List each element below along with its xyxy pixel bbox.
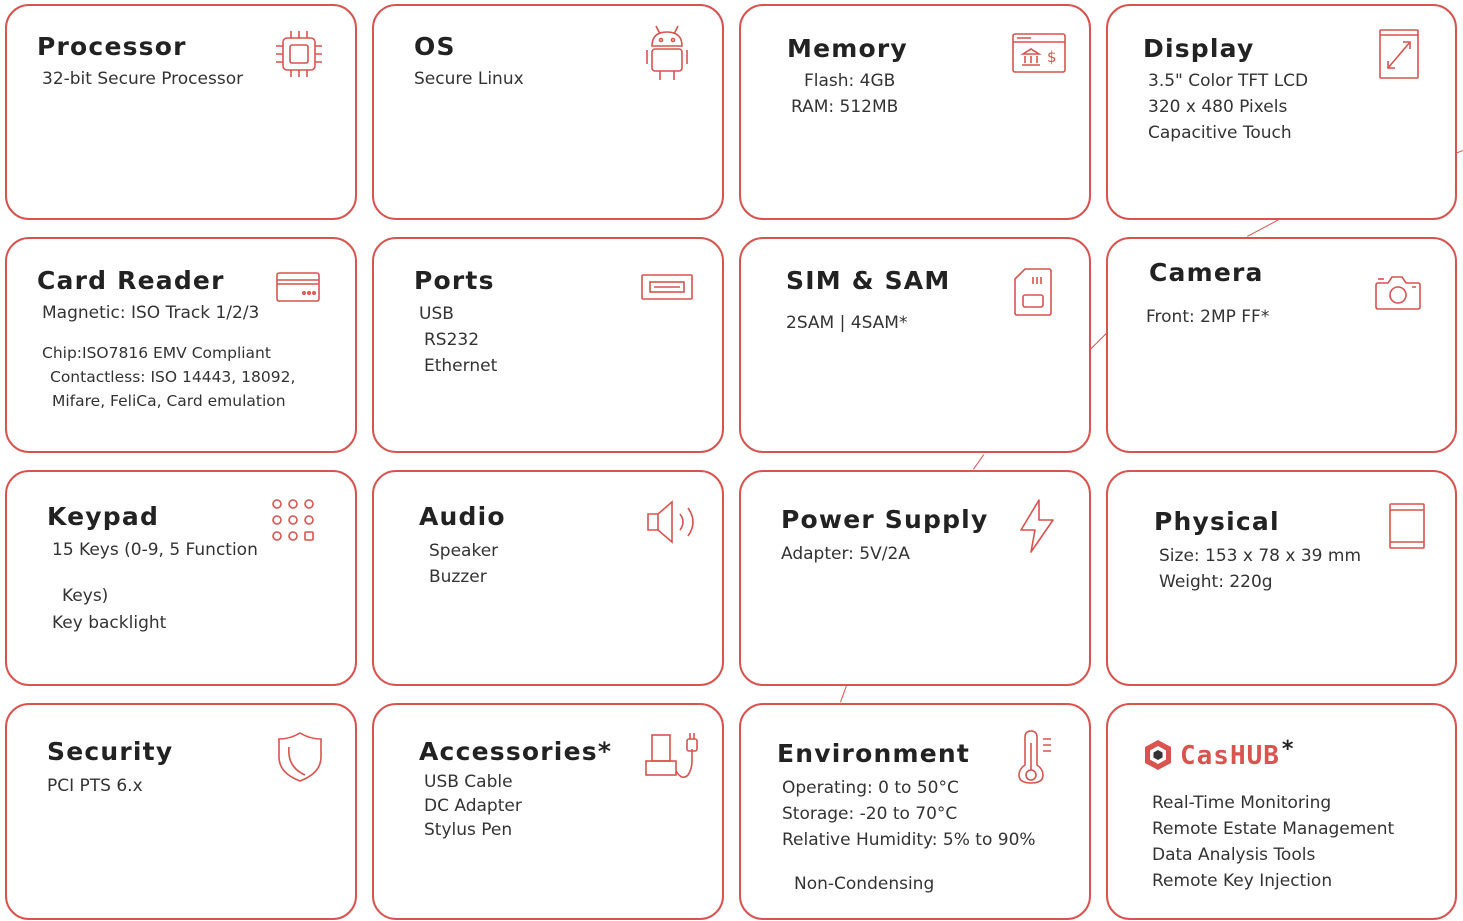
cashub-logo-icon [1144,739,1172,775]
spec-line: Remote Key Injection [1152,871,1333,891]
lightning-bolt-icon [1017,498,1057,554]
card-title: Card Reader [37,266,225,295]
card-title: Display [1143,34,1255,63]
card-title: Environment [777,739,970,768]
spec-line: 15 Keys (0-9, 5 Function [52,540,258,560]
spec-line: Capacitive Touch [1148,123,1292,143]
card-title: Camera [1149,258,1264,287]
card-reader-icon [275,271,321,303]
cashub-brand-text: CasHUB [1180,741,1280,771]
spec-line: Weight: 220g [1159,572,1273,592]
spec-line: Speaker [429,541,499,561]
power-supply-card: Power Supply Adapter: 5V/2A [739,470,1091,686]
card-title: Processor [37,32,187,61]
spec-line: Adapter: 5V/2A [781,544,910,564]
cashub-card: CasHUB * Real-Time Monitoring Remote Est… [1106,703,1457,920]
spec-line: Real-Time Monitoring [1152,793,1332,813]
svg-text:$: $ [1047,48,1057,66]
spec-line: Magnetic: ISO Track 1/2/3 [42,303,260,323]
decorative-line [840,685,848,703]
keypad-card: Keypad 15 Keys (0-9, 5 Function Keys) Ke… [5,470,357,686]
processor-card: Processor 32-bit Secure Processor [5,4,357,220]
spec-line: Storage: -20 to 70°C [782,804,958,824]
android-icon [644,22,690,82]
screen-expand-icon [1378,28,1420,80]
spec-line: USB [419,304,454,324]
decorative-line [1089,333,1107,351]
cashub-asterisk: * [1281,737,1294,762]
bank-window-icon: $ [1011,32,1067,74]
speaker-icon [644,498,702,546]
spec-line: Data Analysis Tools [1152,845,1316,865]
spec-line: DC Adapter [424,796,522,816]
spec-line: Secure Linux [414,69,524,89]
spec-line: Key backlight [52,613,167,633]
physical-card: Physical Size: 153 x 78 x 39 mm Weight: … [1106,470,1457,686]
sim-card-icon [1013,267,1053,317]
spec-line: Ethernet [424,356,498,376]
spec-line: RS232 [424,330,480,350]
security-card: Security PCI PTS 6.x [5,703,357,920]
cashub-logo: CasHUB * [1144,739,1293,775]
card-title: OS [414,32,456,61]
card-title: Keypad [47,502,160,531]
spec-line: 2SAM | 4SAM* [786,313,908,333]
card-reader-card: Card Reader Magnetic: ISO Track 1/2/3 Ch… [5,237,357,453]
spec-line: 320 x 480 Pixels [1148,97,1288,117]
camera-card: Camera Front: 2MP FF* [1106,237,1457,453]
decorative-line [973,454,985,470]
spec-line: USB Cable [424,772,513,792]
spec-line: Mifare, FeliCa, Card emulation [52,392,286,410]
ports-card: Ports USB RS232 Ethernet [372,237,724,453]
audio-card: Audio Speaker Buzzer [372,470,724,686]
card-title: Physical [1154,507,1280,536]
environment-card: Environment Operating: 0 to 50°C Storage… [739,703,1091,920]
card-title: Accessories* [419,737,613,766]
spec-line: Non-Condensing [794,874,935,894]
card-title: Ports [414,266,495,295]
card-title: Power Supply [781,505,989,534]
spec-line: Contactless: ISO 14443, 18092, [50,368,296,386]
spec-line: Relative Humidity: 5% to 90% [782,830,1036,850]
spec-line: Size: 153 x 78 x 39 mm [1159,546,1361,566]
spec-line: Stylus Pen [424,820,513,840]
keypad-grid-icon [269,498,321,546]
os-card: OS Secure Linux [372,4,724,220]
spec-line: Operating: 0 to 50°C [782,778,959,798]
accessories-card: Accessories* USB Cable DC Adapter Stylus… [372,703,724,920]
memory-card: Memory Flash: 4GB RAM: 512MB $ [739,4,1091,220]
spec-line: Keys) [62,586,109,606]
device-outline-icon [1388,502,1426,550]
spec-line: RAM: 512MB [791,97,899,117]
camera-icon [1374,273,1422,311]
spec-line: Flash: 4GB [804,71,896,91]
spec-line: PCI PTS 6.x [47,776,143,796]
spec-line: Remote Estate Management [1152,819,1395,839]
display-card: Display 3.5" Color TFT LCD 320 x 480 Pix… [1106,4,1457,220]
shield-icon [277,731,323,783]
spec-line: Front: 2MP FF* [1146,307,1270,327]
thermometer-icon [1015,729,1055,785]
card-title: SIM & SAM [786,266,951,295]
spec-line: 32-bit Secure Processor [42,69,244,89]
spec-line: 3.5" Color TFT LCD [1148,71,1309,91]
spec-line: Buzzer [429,567,487,587]
card-title: Audio [419,502,506,531]
card-title: Security [47,737,174,766]
spec-line: Chip:ISO7816 EMV Compliant [42,344,271,362]
charging-cable-icon [642,731,702,787]
cpu-chip-icon [275,28,323,80]
usb-port-icon [640,273,694,301]
sim-sam-card: SIM & SAM 2SAM | 4SAM* [739,237,1091,453]
card-title: Memory [787,34,908,63]
